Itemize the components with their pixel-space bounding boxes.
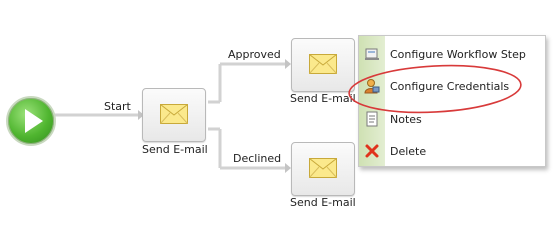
declined-label: Declined xyxy=(233,152,282,165)
send-email-step-1[interactable] xyxy=(142,88,206,142)
menu-item-delete[interactable]: Delete xyxy=(359,136,545,166)
envelope-icon xyxy=(160,104,188,124)
envelope-icon xyxy=(309,158,337,178)
play-icon xyxy=(25,109,43,133)
start-label: Start xyxy=(104,100,131,113)
menu-item-label: Delete xyxy=(390,144,427,158)
send-email-label-3: Send E-mail xyxy=(290,196,356,209)
delete-icon xyxy=(359,136,385,166)
envelope-icon xyxy=(309,54,337,74)
send-email-step-3[interactable] xyxy=(291,142,355,196)
send-email-label-1: Send E-mail xyxy=(142,143,208,156)
start-button[interactable] xyxy=(6,96,56,146)
approved-label: Approved xyxy=(228,48,281,61)
menu-item-label: Configure Workflow Step xyxy=(390,47,526,61)
highlight-ellipse xyxy=(348,64,522,114)
